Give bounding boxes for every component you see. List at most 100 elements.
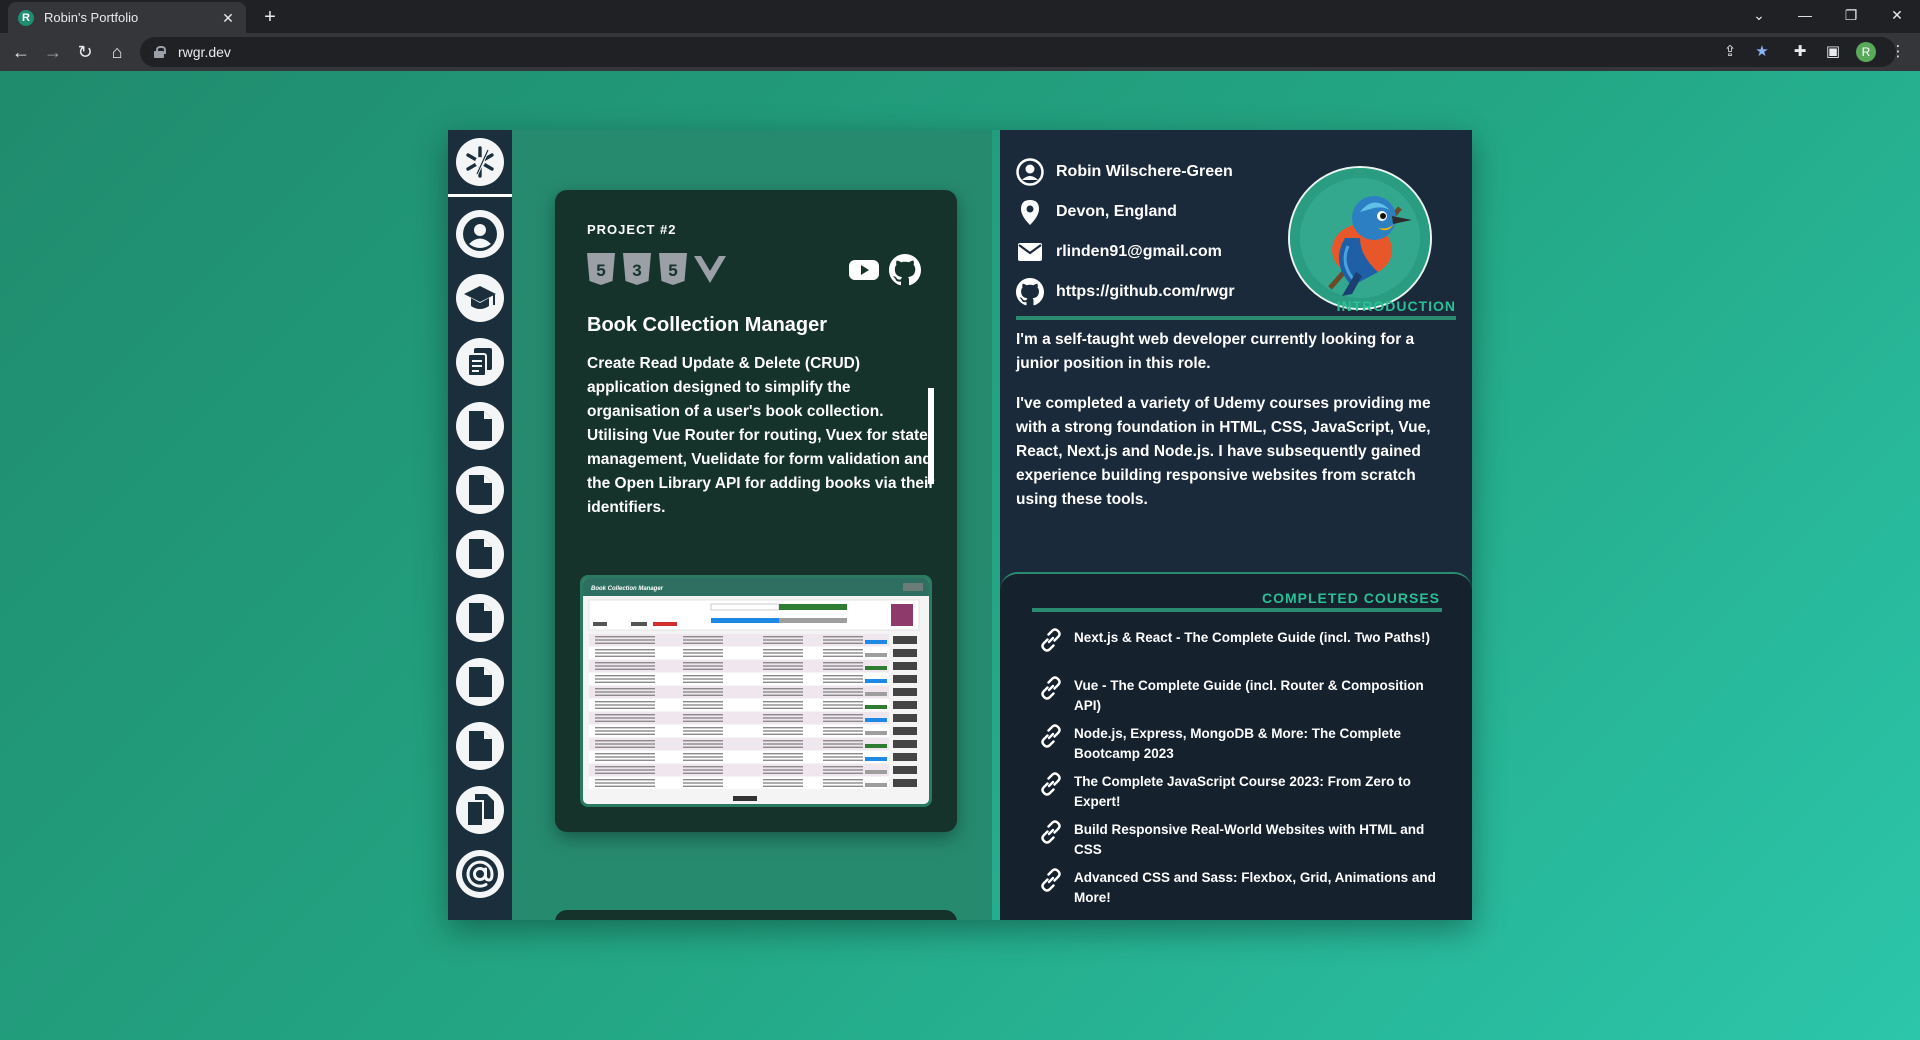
file-icon[interactable]: [456, 658, 504, 706]
screenshot-row-button: [893, 688, 917, 696]
at-sign-icon[interactable]: [456, 850, 504, 898]
home-icon[interactable]: ⌂: [105, 40, 129, 64]
screenshot-text-line: [823, 743, 863, 745]
side-panel-icon[interactable]: ▣: [1821, 40, 1845, 64]
address-bar[interactable]: rwgr.dev: [140, 37, 1896, 67]
forward-icon[interactable]: →: [41, 40, 65, 64]
reload-icon[interactable]: ↻: [73, 40, 97, 64]
svg-text:3: 3: [632, 261, 641, 280]
course-item[interactable]: Advanced CSS and Sass: Flexbox, Grid, An…: [1036, 868, 1446, 908]
youtube-icon[interactable]: [847, 252, 881, 286]
screenshot-text-line: [595, 665, 655, 667]
screenshot-text-line: [823, 701, 863, 703]
screenshot-text-line: [763, 668, 803, 670]
course-item[interactable]: Next.js & React - The Complete Guide (in…: [1036, 628, 1446, 653]
file-icon[interactable]: [456, 466, 504, 514]
screenshot-text-line: [595, 691, 655, 693]
close-tab-icon[interactable]: ✕: [220, 10, 236, 26]
screenshot-text-line: [595, 668, 655, 670]
screenshot-text-line: [683, 782, 723, 784]
minimize-icon[interactable]: —: [1782, 0, 1828, 30]
browser-toolbar: ← → ↻ ⌂ rwgr.dev ⇪ ★ ✚ ▣ R ⋮: [0, 33, 1920, 71]
screenshot-text-line: [683, 694, 723, 696]
screenshot-text-line: [823, 688, 863, 690]
screenshot-text-line: [595, 733, 655, 735]
graduation-cap-icon[interactable]: [456, 274, 504, 322]
share-icon[interactable]: ⇪: [1718, 40, 1742, 64]
envelope-icon: [1018, 243, 1042, 261]
star-logo-icon[interactable]: [456, 138, 504, 186]
screenshot-text-line: [595, 694, 655, 696]
file-icon[interactable]: [456, 722, 504, 770]
projects-section[interactable]: PROJECT #2 5 3 5 Book Collection Manager…: [512, 130, 992, 920]
screenshot-text-line: [683, 756, 723, 758]
screenshot-text-line: [763, 714, 803, 716]
new-tab-icon[interactable]: +: [258, 6, 282, 30]
screenshot-text-line: [595, 639, 655, 641]
course-item[interactable]: Vue - The Complete Guide (incl. Router &…: [1036, 676, 1446, 716]
contact-github[interactable]: https://github.com/rwgr: [1016, 278, 1235, 306]
screenshot-text-line: [683, 785, 723, 787]
screenshot-text-line: [763, 639, 803, 641]
profile-avatar[interactable]: R: [1856, 42, 1876, 62]
screenshot-text-line: [763, 704, 803, 706]
screenshot-text-line: [823, 652, 863, 654]
profile-email[interactable]: rlinden91@gmail.com: [1056, 243, 1222, 261]
screenshot-text-line: [683, 733, 723, 735]
course-title[interactable]: Next.js & React - The Complete Guide (in…: [1074, 628, 1430, 653]
course-title[interactable]: Advanced CSS and Sass: Flexbox, Grid, An…: [1074, 868, 1446, 908]
screenshot-text-line: [823, 779, 863, 781]
bookmark-star-icon[interactable]: ★: [1750, 40, 1774, 64]
screenshot-text-line: [595, 688, 655, 690]
clipboard-icon[interactable]: [456, 338, 504, 386]
course-title[interactable]: Build Responsive Real-World Websites wit…: [1074, 820, 1446, 860]
screenshot-text-line: [595, 756, 655, 758]
screenshot-text-line: [763, 779, 803, 781]
file-icon[interactable]: [456, 530, 504, 578]
project-screenshot[interactable]: Book Collection Manager: [580, 575, 932, 807]
close-window-icon[interactable]: ✕: [1874, 0, 1920, 30]
github-icon[interactable]: [889, 252, 923, 286]
screenshot-text-line: [595, 655, 655, 657]
screenshot-status-badge: [865, 757, 887, 761]
completed-courses-heading: COMPLETED COURSES: [1261, 590, 1440, 606]
tab-search-icon[interactable]: ⌄: [1736, 0, 1782, 30]
profile-location: Devon, England: [1056, 203, 1177, 220]
screenshot-text-line: [763, 743, 803, 745]
screenshot-text-line: [823, 772, 863, 774]
screenshot-text-line: [683, 753, 723, 755]
extensions-icon[interactable]: ✚: [1788, 40, 1812, 64]
screenshot-text-line: [683, 730, 723, 732]
screenshot-text-line: [823, 642, 863, 644]
course-item[interactable]: Node.js, Express, MongoDB & More: The Co…: [1036, 724, 1446, 764]
back-icon[interactable]: ←: [9, 40, 33, 64]
copy-icon[interactable]: [456, 786, 504, 834]
screenshot-text-line: [683, 691, 723, 693]
restore-icon[interactable]: ❐: [1828, 0, 1874, 30]
link-icon: [1041, 676, 1061, 700]
scrollbar-thumb[interactable]: [928, 388, 934, 484]
profile-github[interactable]: https://github.com/rwgr: [1056, 283, 1235, 301]
browser-tab[interactable]: R Robin's Portfolio ✕: [8, 2, 246, 33]
file-icon[interactable]: [456, 594, 504, 642]
course-item[interactable]: Build Responsive Real-World Websites wit…: [1036, 820, 1446, 860]
file-icon[interactable]: [456, 402, 504, 450]
user-circle-icon[interactable]: [456, 210, 504, 258]
screenshot-text-line: [823, 733, 863, 735]
screenshot-text-line: [683, 652, 723, 654]
screenshot-text-line: [823, 662, 863, 664]
contact-email[interactable]: rlinden91@gmail.com: [1016, 238, 1222, 266]
course-item[interactable]: The Complete JavaScript Course 2023: Fro…: [1036, 772, 1446, 812]
course-title[interactable]: Vue - The Complete Guide (incl. Router &…: [1074, 676, 1446, 716]
screenshot-text-line: [595, 720, 655, 722]
screenshot-row-button: [893, 727, 917, 735]
screenshot-row-button: [893, 766, 917, 774]
screenshot-text-line: [595, 707, 655, 709]
course-title[interactable]: The Complete JavaScript Course 2023: Fro…: [1074, 772, 1446, 812]
course-title[interactable]: Node.js, Express, MongoDB & More: The Co…: [1074, 724, 1446, 764]
screenshot-text-line: [763, 694, 803, 696]
screenshot-text-line: [763, 740, 803, 742]
profile-panel: Robin Wilschere-Green Devon, England rli…: [1000, 130, 1472, 920]
menu-icon[interactable]: ⋮: [1886, 40, 1910, 64]
intro-paragraph: I'm a self-taught web developer currentl…: [1016, 331, 1415, 372]
